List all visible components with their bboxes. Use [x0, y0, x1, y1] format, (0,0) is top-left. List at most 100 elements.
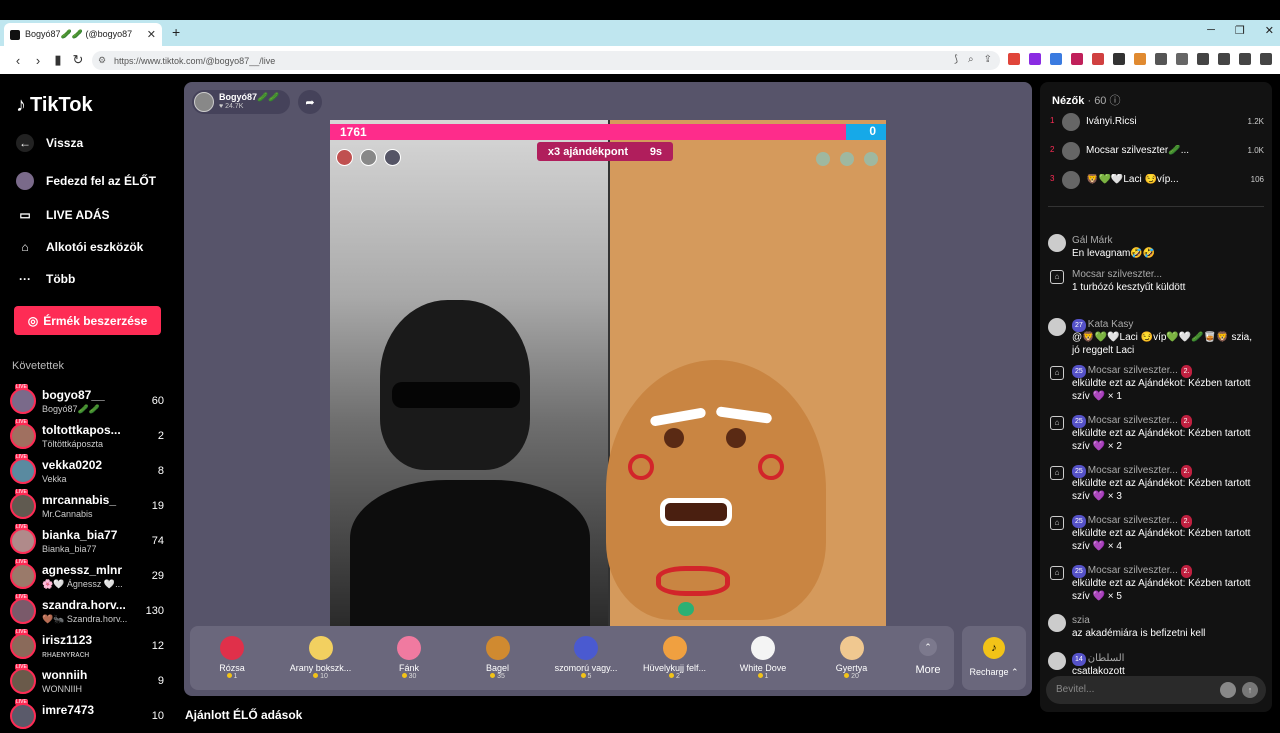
viewer-name: Mocsar szilveszter🥒... [1086, 145, 1190, 156]
viewer-rank: 3 [1050, 174, 1055, 183]
following-nickname: Bogyó87🥒🥒 [42, 404, 100, 414]
extension-icon[interactable] [1176, 53, 1188, 65]
gift-item[interactable]: Fánk 30 [371, 630, 447, 686]
live-badge: LIVE [15, 664, 28, 670]
close-tab-icon[interactable]: ✕ [147, 28, 156, 41]
emoji-icon[interactable] [1220, 682, 1236, 698]
following-item[interactable]: LIVE vekka0202 Vekka 8 [10, 454, 168, 488]
browser-tab[interactable]: Bogyó87🥒🥒 (@bogyo87 ✕ [4, 23, 162, 46]
wallet-icon[interactable] [1239, 53, 1251, 65]
nav-explore-live[interactable]: Fedezd fel az ÉLŐT [16, 172, 156, 190]
top-gifter-avatar[interactable] [336, 149, 353, 166]
multiplier-banner: x3 ajándékpont 9s [537, 142, 673, 161]
minimize-icon[interactable]: ─ [1207, 24, 1215, 37]
host-badge[interactable]: Bogyó87🥒🥒 ♥ 24.7K [192, 90, 290, 114]
top-viewer-row[interactable]: 3 🦁💚🤍Laci 😏víp... 106 [1050, 169, 1264, 191]
chat-author-name: Kata Kasy [1087, 319, 1134, 330]
gift-name: Bagel [485, 663, 510, 673]
following-item[interactable]: LIVE irisz1123 ʀʜᴀᴇɴʏʀᴀᴄʜ 12 [10, 629, 168, 663]
extension-icon[interactable] [1113, 53, 1125, 65]
gift-item[interactable]: Gyertya 20 [814, 630, 890, 686]
extension-icon[interactable] [1071, 53, 1083, 65]
rewards-icon[interactable] [1029, 53, 1041, 65]
coin-icon: ♪ [983, 637, 1005, 659]
sidebar-icon[interactable] [1218, 53, 1230, 65]
chat-author: 25 Mocsar szilveszter... 2. [1072, 414, 1193, 428]
leo-ai-icon[interactable] [1260, 53, 1272, 65]
following-username: imre7473 [42, 703, 95, 717]
recharge-button[interactable]: ♪ Recharge ⌃ [962, 626, 1026, 690]
avatar [1048, 318, 1066, 336]
avatar [1048, 652, 1066, 670]
extension-icon[interactable] [1050, 53, 1062, 65]
avatar [1048, 614, 1066, 632]
top-viewer-row[interactable]: 2 Mocsar szilveszter🥒... 1.0K [1050, 140, 1264, 162]
chat-author-name: Mocsar szilveszter... [1087, 415, 1178, 426]
live-video[interactable]: 1761 0 x3 ajándékpont 9s [330, 120, 886, 626]
top-gifter-avatar[interactable] [384, 149, 401, 166]
nav-more[interactable]: ··· Több [16, 270, 75, 288]
gift-price: 10 [283, 673, 359, 680]
following-item[interactable]: LIVE bianka_bia77 Bianka_bia77 74 [10, 524, 168, 558]
nav-back[interactable]: ← Vissza [16, 134, 83, 152]
url-field[interactable]: ⚙ https://www.tiktok.com/@bogyo87__/live… [92, 51, 1000, 70]
forward-icon[interactable]: › [28, 53, 48, 68]
send-icon[interactable]: ↑ [1242, 682, 1258, 698]
following-item[interactable]: LIVE imre7473 10 [10, 699, 168, 733]
recharge-label: Recharge [969, 667, 1009, 677]
chat-input[interactable]: Bevitel... ↑ [1046, 676, 1266, 704]
nav-label: Vissza [46, 136, 84, 150]
following-item[interactable]: LIVE bogyo87__ Bogyó87🥒🥒 60 [10, 384, 168, 418]
video-left-stream [330, 120, 608, 626]
following-item[interactable]: LIVE toltottkapos... Töltöttkáposzta 2 [10, 419, 168, 453]
chat-author: 27 Kata Kasy [1072, 318, 1133, 332]
bookmark-icon[interactable]: ▮ [48, 52, 68, 68]
chat-author: 25 Mocsar szilveszter... 2. [1072, 564, 1193, 578]
music-icon[interactable] [1197, 53, 1209, 65]
gift-item[interactable]: Rózsa 1 [194, 630, 270, 686]
gift-item[interactable]: szomorú vagy... 5 [548, 630, 624, 686]
chat-author: 25 Mocsar szilveszter... 2. [1072, 464, 1193, 478]
gift-icon [308, 636, 333, 660]
gift-item[interactable]: Hüvelykujj felf... 2 [637, 630, 713, 686]
new-tab-button[interactable]: + [172, 24, 180, 40]
gift-item[interactable]: Arany bokszk... 10 [283, 630, 359, 686]
video-camera-icon: ▭ [19, 208, 31, 222]
window-controls: ─ ❐ ✕ [1207, 24, 1274, 37]
tiktok-logo[interactable]: ♪ TikTok [16, 94, 93, 117]
following-item[interactable]: LIVE szandra.horv... 🤎🐜 Szandra.horv... … [10, 594, 168, 628]
avatar [10, 703, 36, 729]
top-gifter-avatar[interactable] [360, 149, 377, 166]
extension-icon[interactable] [1092, 53, 1104, 65]
zoom-icon[interactable]: ⌕ [968, 54, 974, 65]
gift-item[interactable]: White Dove 1 [725, 630, 801, 686]
nav-creator-tools[interactable]: ⌂ Alkotói eszközök [16, 238, 143, 256]
tab-title: Bogyó87🥒🥒 (@bogyo87 [25, 29, 133, 39]
extension-icon[interactable] [1155, 53, 1167, 65]
get-coins-button[interactable]: ◎ Érmék beszerzése [14, 306, 161, 335]
site-info-icon[interactable]: ⚙ [98, 55, 106, 66]
following-item[interactable]: LIVE wonniih WONNIIH 9 [10, 664, 168, 698]
gift-item[interactable]: Bagel 35 [460, 630, 536, 686]
nav-label: Fedezd fel az ÉLŐT [46, 174, 157, 188]
reload-icon[interactable]: ↻ [68, 52, 88, 68]
restore-icon[interactable]: ❐ [1235, 24, 1245, 37]
back-icon[interactable]: ‹ [8, 53, 28, 68]
translate-icon[interactable]: ⟆ [954, 54, 958, 65]
brave-shield-icon[interactable] [1008, 53, 1020, 65]
extension-icon[interactable] [1134, 53, 1146, 65]
more-gifts-button[interactable]: ⌃ More [906, 630, 950, 686]
share-page-icon[interactable]: ⇪ [984, 54, 992, 65]
live-badge: LIVE [15, 489, 28, 495]
close-window-icon[interactable]: ✕ [1265, 24, 1274, 37]
info-icon[interactable]: ⓘ [1110, 95, 1121, 107]
top-viewer-row[interactable]: 1 Iványi.Ricsi 1.2K [1050, 111, 1264, 133]
viewer-rank: 2 [1050, 145, 1055, 154]
avatar [1062, 113, 1080, 131]
following-item[interactable]: LIVE agnessz_mlnr 🌸🤍 Ágnessz 🤍... 29 [10, 559, 168, 593]
share-icon[interactable]: ➦ [298, 90, 322, 114]
following-nickname: Bianka_bia77 [42, 544, 97, 554]
viewers-count: · 60 [1087, 95, 1107, 107]
nav-live-broadcast[interactable]: ▭ LIVE ADÁS [16, 206, 109, 224]
following-item[interactable]: LIVE mrcannabis_ Mr.Cannabis 19 [10, 489, 168, 523]
